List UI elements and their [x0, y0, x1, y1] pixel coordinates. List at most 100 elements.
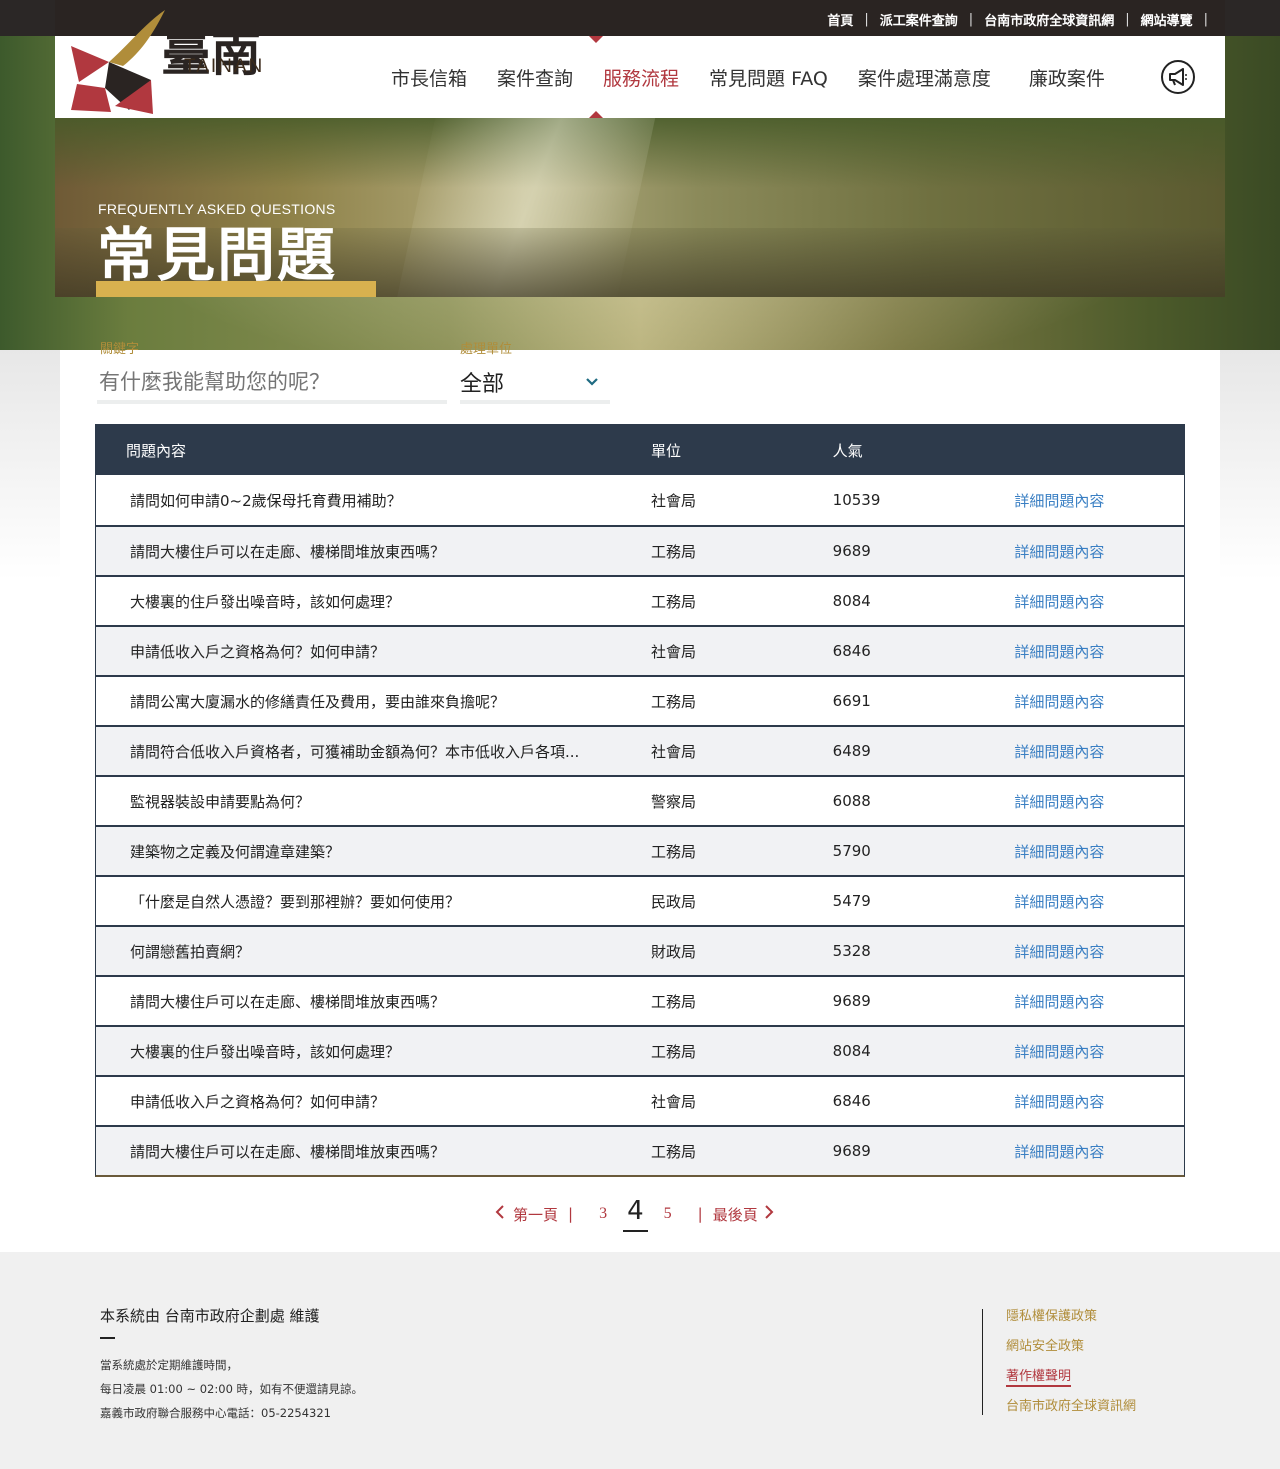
header-popularity: 人氣 [832, 441, 863, 460]
pagination: 第一頁 | 3 4 5 | 最後頁 [495, 1196, 774, 1232]
detail-link[interactable]: 詳細問題內容 [1014, 1041, 1184, 1062]
nav-item-integrity-cases[interactable]: 廉政案件 [1029, 64, 1105, 91]
util-link-city-portal[interactable]: 台南市政府全球資訊網 [984, 10, 1114, 29]
views-cell: 10539 [832, 491, 881, 509]
unit-cell: 社會局 [651, 742, 697, 761]
question-cell: 申請低收入戶之資格為何？如何申請？ [130, 642, 386, 661]
question-cell: 「什麼是自然人憑證？要到那裡辦？要如何使用？ [130, 892, 461, 911]
detail-link[interactable]: 詳細問題內容 [1014, 791, 1184, 812]
announcement-button[interactable] [1161, 60, 1195, 94]
unit-cell: 警察局 [651, 792, 697, 811]
detail-link[interactable]: 詳細問題內容 [1014, 741, 1184, 762]
detail-link[interactable]: 詳細問題內容 [1014, 691, 1184, 712]
views-cell: 6846 [832, 1092, 871, 1110]
detail-link[interactable]: 詳細問題內容 [1014, 541, 1184, 562]
views-cell: 9689 [832, 1142, 871, 1160]
tainan-logo[interactable]: 臺南 TAINAN [69, 6, 262, 116]
question-cell: 請問公寓大廈漏水的修繕責任及費用，要由誰來負擔呢？ [130, 692, 506, 711]
unit-select[interactable]: 全部 [460, 364, 610, 404]
detail-link[interactable]: 詳細問題內容 [1014, 941, 1184, 962]
question-cell: 建築物之定義及何謂違章建築？ [130, 842, 341, 861]
views-cell: 6489 [832, 742, 871, 760]
detail-link[interactable]: 詳細問題內容 [1014, 641, 1184, 662]
views-cell: 5790 [832, 842, 871, 860]
detail-link[interactable]: 詳細問題內容 [1014, 891, 1184, 912]
unit-cell: 工務局 [651, 1142, 697, 1161]
footer-text-line: 當系統處於定期維護時間， [100, 1358, 238, 1372]
util-link-dispatch-query[interactable]: 派工案件查詢 [880, 10, 958, 29]
nav-item-satisfaction[interactable]: 案件處理滿意度 [858, 64, 991, 91]
footer-links: 隱私權保護政策 網站安全政策 著作權聲明 台南市政府全球資訊網 [982, 1309, 1136, 1415]
util-link-home[interactable]: 首頁 [827, 10, 853, 29]
chevron-left-icon[interactable] [495, 1205, 505, 1223]
table-row: 監視器裝設申請要點為何？ 警察局 6088 詳細問題內容 [96, 775, 1184, 825]
unit-cell: 工務局 [651, 592, 697, 611]
footer-text-line: 嘉義市政府聯合服務中心電話：05-2254321 [100, 1406, 331, 1420]
unit-select-value: 全部 [460, 372, 505, 397]
table-row: 請問公寓大廈漏水的修繕責任及費用，要由誰來負擔呢？ 工務局 6691 詳細問題內容 [96, 675, 1184, 725]
first-page-link[interactable]: 第一頁 [513, 1204, 558, 1225]
page-link-prev[interactable]: 3 [599, 1205, 607, 1223]
unit-label: 處理單位 [460, 342, 513, 357]
left-shadow [0, 350, 60, 580]
question-cell: 監視器裝設申請要點為何？ [130, 792, 311, 811]
table-row: 「什麼是自然人憑證？要到那裡辦？要如何使用？ 民政局 5479 詳細問題內容 [96, 875, 1184, 925]
right-shadow [1220, 350, 1280, 580]
separator: | [1125, 12, 1130, 27]
question-cell: 大樓裏的住戶發出噪音時，該如何處理？ [130, 592, 401, 611]
last-page-link[interactable]: 最後頁 [713, 1204, 758, 1225]
separator: | [697, 1205, 703, 1223]
keyword-input[interactable] [97, 364, 447, 404]
util-link-sitemap[interactable]: 網站導覽 [1141, 10, 1193, 29]
table-row: 申請低收入戶之資格為何？如何申請？ 社會局 6846 詳細問題內容 [96, 625, 1184, 675]
nav-item-service-process[interactable]: 服務流程 [603, 64, 679, 91]
nav-item-faq[interactable]: 常見問題 FAQ [709, 64, 828, 91]
unit-cell: 社會局 [651, 642, 697, 661]
page-link-next[interactable]: 5 [664, 1205, 672, 1223]
views-cell: 6691 [832, 692, 871, 710]
header-question: 問題內容 [126, 441, 187, 460]
keyword-label: 關鍵字 [100, 342, 140, 357]
footer-link-copyright[interactable]: 著作權聲明 [1006, 1369, 1136, 1399]
table-row: 請問大樓住戶可以在走廊、樓梯間堆放東西嗎？ 工務局 9689 詳細問題內容 [96, 975, 1184, 1025]
footer-maintainer: 本系統由 台南市政府企劃處 維護 [100, 1307, 320, 1325]
site-footer: 本系統由 台南市政府企劃處 維護 當系統處於定期維護時間， 每日凌晨 01:00… [0, 1252, 1280, 1469]
question-cell: 大樓裏的住戶發出噪音時，該如何處理？ [130, 1042, 401, 1061]
question-cell: 申請低收入戶之資格為何？如何申請？ [130, 1092, 386, 1111]
footer-text-line: 每日凌晨 01:00 ~ 02:00 時，如有不便還請見諒。 [100, 1382, 364, 1396]
footer-link-privacy[interactable]: 隱私權保護政策 [1006, 1309, 1136, 1339]
separator: | [1203, 12, 1208, 27]
detail-link[interactable]: 詳細問題內容 [1014, 490, 1184, 511]
footer-link-security[interactable]: 網站安全政策 [1006, 1339, 1136, 1369]
table-row: 大樓裏的住戶發出噪音時，該如何處理？ 工務局 8084 詳細問題內容 [96, 1025, 1184, 1075]
separator: | [864, 12, 869, 27]
detail-link[interactable]: 詳細問題內容 [1014, 1141, 1184, 1162]
footer-link-city-portal[interactable]: 台南市政府全球資訊網 [1006, 1399, 1136, 1429]
unit-cell: 社會局 [651, 1092, 697, 1111]
main-nav: 市長信箱 案件查詢 服務流程 常見問題 FAQ 案件處理滿意度 廉政案件 [391, 64, 1135, 91]
unit-cell: 社會局 [651, 491, 697, 510]
unit-cell: 工務局 [651, 542, 697, 561]
question-cell: 何謂戀舊拍賣網？ [130, 942, 251, 961]
table-row: 請問符合低收入戶資格者，可獲補助金額為何？本市低收入戶各項... 社會局 6489 詳… [96, 725, 1184, 775]
separator: | [568, 1205, 574, 1223]
header-unit: 單位 [651, 441, 682, 460]
detail-link[interactable]: 詳細問題內容 [1014, 1091, 1184, 1112]
detail-link[interactable]: 詳細問題內容 [1014, 991, 1184, 1012]
chevron-right-icon[interactable] [764, 1205, 774, 1223]
nav-item-mayor-mailbox[interactable]: 市長信箱 [391, 64, 467, 91]
table-row: 申請低收入戶之資格為何？如何申請？ 社會局 6846 詳細問題內容 [96, 1075, 1184, 1125]
chevron-down-icon [586, 374, 598, 390]
views-cell: 9689 [832, 542, 871, 560]
active-nav-marker-top [589, 36, 603, 43]
question-cell: 請問大樓住戶可以在走廊、樓梯間堆放東西嗎？ [130, 992, 446, 1011]
detail-link[interactable]: 詳細問題內容 [1014, 591, 1184, 612]
nav-item-case-query[interactable]: 案件查詢 [497, 64, 573, 91]
detail-link[interactable]: 詳細問題內容 [1014, 841, 1184, 862]
logo-english: TAINAN [184, 56, 265, 77]
site-header: 臺南 TAINAN 市長信箱 案件查詢 服務流程 常見問題 FAQ 案件處理滿意… [55, 10, 1225, 118]
banner-subtitle: FREQUENTLY ASKED QUESTIONS [98, 201, 336, 217]
table-row: 大樓裏的住戶發出噪音時，該如何處理？ 工務局 8084 詳細問題內容 [96, 575, 1184, 625]
unit-cell: 財政局 [651, 942, 697, 961]
utility-nav: 首頁 | 派工案件查詢 | 台南市政府全球資訊網 | 網站導覽 | [827, 10, 1219, 29]
